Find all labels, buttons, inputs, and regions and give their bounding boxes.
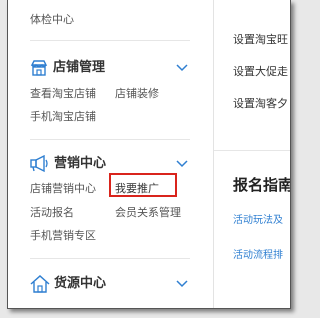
megaphone-icon <box>30 155 48 173</box>
right-link-2[interactable]: 设置大促走 <box>233 65 288 79</box>
store-icon <box>30 60 48 76</box>
divider <box>214 150 290 151</box>
sidebar-item-checkup-center[interactable]: 体检中心 <box>30 13 74 27</box>
panel-divider <box>213 0 214 308</box>
app-window: 体检中心 店铺管理 查看淘宝店铺 店铺装修 手机淘宝店铺 营销中心 店铺营销中心 <box>7 0 291 309</box>
right-link-1[interactable]: 设置淘宝旺 <box>233 33 288 47</box>
divider <box>30 258 190 259</box>
guide-link-2[interactable]: 活动流程排 <box>233 246 283 261</box>
chevron-down-icon[interactable] <box>176 64 188 72</box>
section-title-supply-center[interactable]: 货源中心 <box>54 276 106 292</box>
report-guide-title: 报名指南 <box>233 176 291 194</box>
highlight-box <box>109 173 177 197</box>
section-title-marketing-center[interactable]: 营销中心 <box>54 156 106 172</box>
chevron-down-icon[interactable] <box>176 280 188 288</box>
sidebar-link-member-relations[interactable]: 会员关系管理 <box>115 206 181 220</box>
sidebar-link-view-store[interactable]: 查看淘宝店铺 <box>30 87 96 101</box>
divider <box>30 139 190 140</box>
sidebar-link-mobile-marketing[interactable]: 手机营销专区 <box>30 229 96 243</box>
section-title-store-management[interactable]: 店铺管理 <box>53 60 105 76</box>
chevron-down-icon[interactable] <box>176 160 188 168</box>
right-link-3[interactable]: 设置淘客夕 <box>233 97 288 111</box>
divider <box>30 40 190 41</box>
sidebar-link-activity-signup[interactable]: 活动报名 <box>30 206 74 220</box>
sidebar-link-store-marketing-center[interactable]: 店铺营销中心 <box>30 182 96 196</box>
sidebar-link-mobile-store[interactable]: 手机淘宝店铺 <box>30 110 96 124</box>
sidebar-link-store-decoration[interactable]: 店铺装修 <box>115 87 159 101</box>
home-icon <box>30 275 50 293</box>
sidebar: 体检中心 店铺管理 查看淘宝店铺 店铺装修 手机淘宝店铺 营销中心 店铺营销中心 <box>8 0 211 308</box>
guide-link-1[interactable]: 活动玩法及 <box>233 211 283 226</box>
